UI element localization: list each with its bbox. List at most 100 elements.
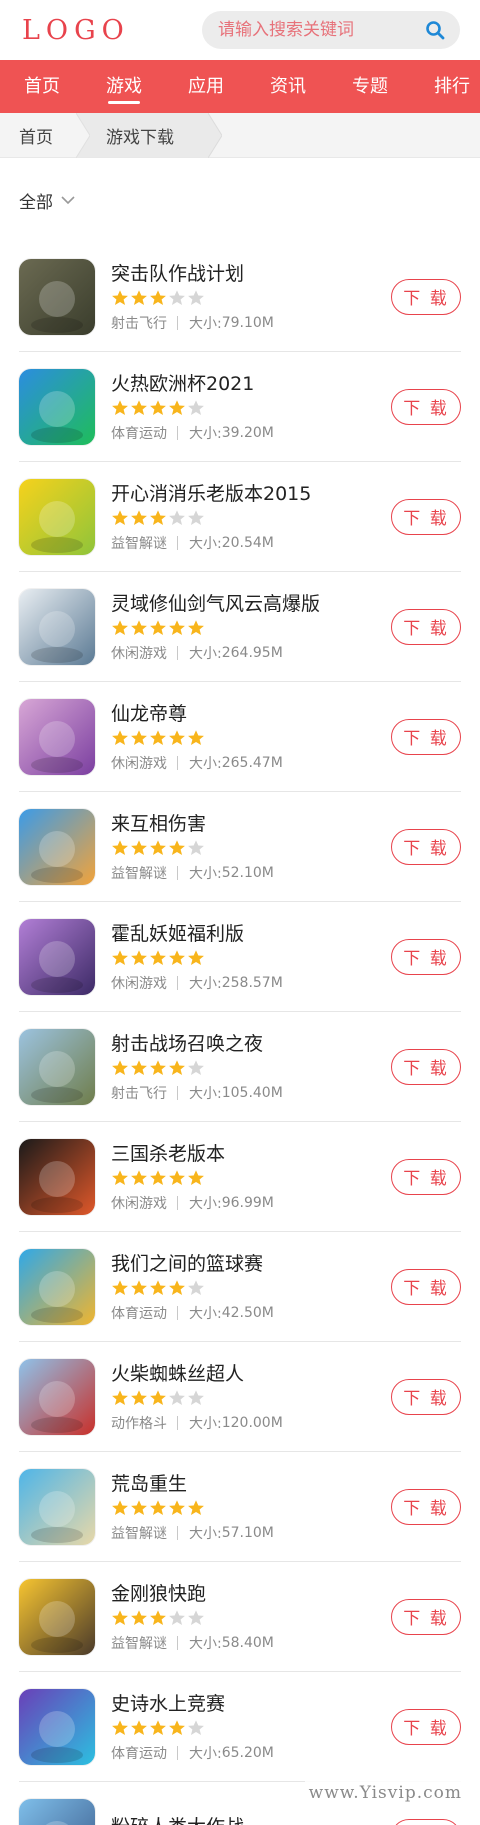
game-icon[interactable] (19, 1138, 95, 1215)
star-filled-icon (169, 1279, 185, 1295)
download-button[interactable]: 下 载 (391, 1048, 461, 1085)
game-list-item[interactable]: 史诗水上竞赛 体育运动 大小: 65.20M 下 载 (19, 1672, 461, 1782)
star-filled-icon (131, 1609, 147, 1625)
game-title[interactable]: 三国杀老版本 (111, 1141, 391, 1167)
nav-item[interactable]: 游戏 (106, 60, 142, 113)
game-title[interactable]: 粉碎人类大作战 (111, 1814, 391, 1825)
download-button[interactable]: 下 载 (391, 1158, 461, 1195)
game-icon[interactable] (19, 1798, 95, 1825)
game-list-item[interactable]: 来互相伤害 益智解谜 大小: 52.10M 下 载 (19, 792, 461, 902)
game-list-item[interactable]: 荒岛重生 益智解谜 大小: 57.10M 下 载 (19, 1452, 461, 1562)
download-button[interactable]: 下 载 (391, 1378, 461, 1415)
game-list-item[interactable]: 开心消消乐老版本2015 益智解谜 大小: 20.54M 下 载 (19, 462, 461, 572)
game-category: 体育运动 (111, 425, 167, 442)
star-filled-icon (150, 1389, 166, 1405)
meta-divider (177, 865, 178, 880)
game-title[interactable]: 灵域修仙剑气风云高爆版 (111, 591, 391, 617)
star-rating (111, 729, 391, 747)
search-bar[interactable] (202, 11, 460, 49)
game-icon[interactable] (19, 1578, 95, 1655)
chevron-down-icon[interactable] (61, 195, 75, 205)
star-filled-icon (169, 1059, 185, 1075)
download-button[interactable]: 下 载 (391, 828, 461, 865)
game-icon[interactable] (19, 698, 95, 775)
game-list-item[interactable]: 火柴蜘蛛丝超人 动作格斗 大小: 120.00M 下 载 (19, 1342, 461, 1452)
game-icon[interactable] (19, 478, 95, 555)
game-icon[interactable] (19, 808, 95, 885)
game-title[interactable]: 荒岛重生 (111, 1471, 391, 1497)
nav-item[interactable]: 首页 (24, 60, 60, 113)
game-title[interactable]: 我们之间的篮球赛 (111, 1251, 391, 1277)
download-button[interactable]: 下 载 (391, 1598, 461, 1635)
nav-item[interactable]: 专题 (352, 60, 388, 113)
game-icon[interactable] (19, 1468, 95, 1545)
game-title[interactable]: 火热欧洲杯2021 (111, 371, 391, 397)
game-size: 57.10M (221, 1524, 274, 1541)
star-filled-icon (112, 399, 128, 415)
filter-label[interactable]: 全部 (19, 188, 53, 213)
game-icon[interactable] (19, 1688, 95, 1765)
download-button[interactable]: 下 载 (391, 1488, 461, 1525)
download-button[interactable]: 下 载 (391, 608, 461, 645)
download-button[interactable]: 下 载 (391, 938, 461, 975)
game-category: 益智解谜 (111, 535, 167, 552)
game-category: 动作格斗 (111, 1415, 167, 1432)
download-button[interactable]: 下 载 (391, 1818, 461, 1825)
star-filled-icon (150, 289, 166, 305)
game-list-item[interactable]: 三国杀老版本 休闲游戏 大小: 96.99M 下 载 (19, 1122, 461, 1232)
game-category: 休闲游戏 (111, 755, 167, 772)
game-list-item[interactable]: 我们之间的篮球赛 体育运动 大小: 42.50M 下 载 (19, 1232, 461, 1342)
download-button[interactable]: 下 载 (391, 718, 461, 755)
game-list-item[interactable]: 突击队作战计划 射击飞行 大小: 79.10M 下 载 (19, 242, 461, 352)
game-info: 粉碎人类大作战 (111, 1814, 391, 1825)
nav-item[interactable]: 应用 (188, 60, 224, 113)
site-logo[interactable]: LOGO (22, 15, 130, 46)
game-icon[interactable] (19, 368, 95, 445)
star-empty-icon (188, 399, 204, 415)
game-meta: 休闲游戏 大小: 265.47M (111, 753, 391, 773)
download-button[interactable]: 下 载 (391, 1268, 461, 1305)
star-empty-icon (188, 509, 204, 525)
game-title[interactable]: 仙龙帝尊 (111, 701, 391, 727)
game-meta: 休闲游戏 大小: 258.57M (111, 973, 391, 993)
game-title[interactable]: 火柴蜘蛛丝超人 (111, 1361, 391, 1387)
game-icon[interactable] (19, 1028, 95, 1105)
star-filled-icon (112, 839, 128, 855)
game-icon[interactable] (19, 588, 95, 665)
download-button[interactable]: 下 载 (391, 1708, 461, 1745)
search-input[interactable] (218, 20, 408, 40)
download-button[interactable]: 下 载 (391, 388, 461, 425)
category-filter[interactable]: 全部 (0, 158, 480, 242)
star-filled-icon (112, 1389, 128, 1405)
game-title[interactable]: 史诗水上竞赛 (111, 1691, 391, 1717)
game-title[interactable]: 开心消消乐老版本2015 (111, 481, 391, 507)
game-list-item[interactable]: 仙龙帝尊休闲游戏 大小: 265.47M 下 载 (19, 682, 461, 792)
game-list-item[interactable]: 金刚狼快跑 益智解谜 大小: 58.40M 下 载 (19, 1562, 461, 1672)
breadcrumb-home[interactable]: 首页 (0, 113, 90, 158)
nav-item[interactable]: 资讯 (270, 60, 306, 113)
game-list-item[interactable]: 射击战场召唤之夜 射击飞行 大小: 105.40M 下 载 (19, 1012, 461, 1122)
game-icon[interactable] (19, 1358, 95, 1435)
download-button[interactable]: 下 载 (391, 278, 461, 315)
game-icon[interactable] (19, 918, 95, 995)
game-icon[interactable] (19, 258, 95, 335)
breadcrumb-home-label[interactable]: 首页 (19, 123, 53, 148)
nav-item[interactable]: 排行 (434, 60, 470, 113)
game-title[interactable]: 射击战场召唤之夜 (111, 1031, 391, 1057)
game-title[interactable]: 突击队作战计划 (111, 261, 391, 287)
game-list-item[interactable]: 霍乱妖姬福利版休闲游戏 大小: 258.57M 下 载 (19, 902, 461, 1012)
game-icon[interactable] (19, 1248, 95, 1325)
download-button[interactable]: 下 载 (391, 498, 461, 535)
star-rating (111, 1609, 391, 1627)
search-icon[interactable] (424, 19, 446, 41)
star-empty-icon (188, 1719, 204, 1735)
game-size: 65.20M (221, 1744, 274, 1761)
game-title[interactable]: 来互相伤害 (111, 811, 391, 837)
game-title[interactable]: 金刚狼快跑 (111, 1581, 391, 1607)
game-list-item[interactable]: 火热欧洲杯2021 体育运动 大小: 39.20M 下 载 (19, 352, 461, 462)
game-title[interactable]: 霍乱妖姬福利版 (111, 921, 391, 947)
game-list-item[interactable]: 灵域修仙剑气风云高爆版 休闲游戏 大小: 264.95M 下 载 (19, 572, 461, 682)
star-empty-icon (188, 1059, 204, 1075)
star-rating (111, 1279, 391, 1297)
game-info: 霍乱妖姬福利版休闲游戏 大小: 258.57M (111, 921, 391, 993)
